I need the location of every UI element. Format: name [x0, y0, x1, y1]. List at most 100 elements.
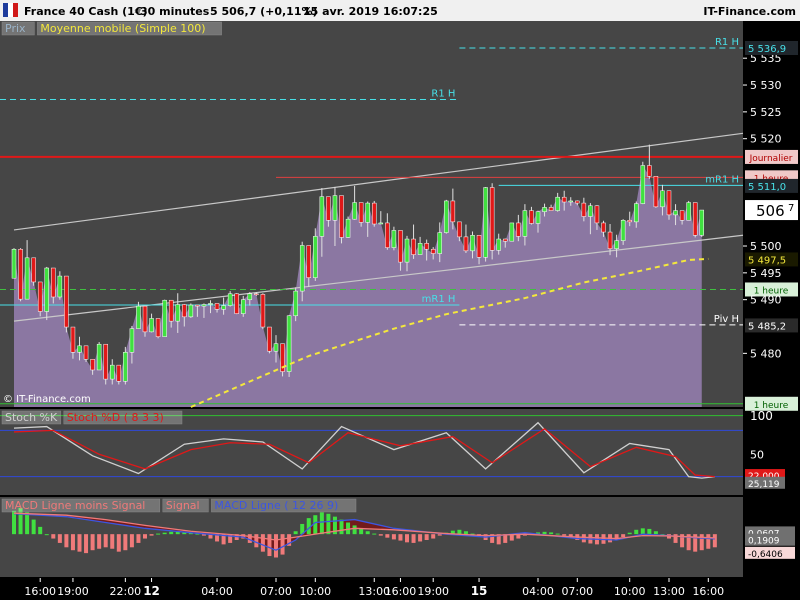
- candle-body: [686, 202, 691, 221]
- macd-tag-label: -0,6406: [748, 550, 783, 560]
- candle-body: [358, 202, 364, 223]
- candle-body: [588, 205, 593, 217]
- x-tick-label: 15: [471, 584, 488, 598]
- candle-body: [503, 238, 508, 242]
- macd-histogram-bar: [77, 534, 82, 552]
- macd-histogram-bar: [143, 534, 147, 539]
- candle-body: [398, 230, 403, 263]
- macd-histogram-bar: [346, 522, 351, 535]
- interval: 30 minutes: [140, 5, 210, 18]
- candle-body: [561, 196, 567, 203]
- macd-histogram-bar: [365, 531, 370, 535]
- x-tick-label: 04:00: [522, 585, 554, 598]
- x-tick-label: 04:00: [201, 585, 233, 598]
- macd-histogram-bar: [97, 534, 102, 549]
- candle-body: [457, 221, 462, 238]
- macd-histogram-bar: [555, 533, 560, 535]
- candle-body: [640, 165, 646, 204]
- macd-histogram-bar: [424, 534, 429, 540]
- candle-body: [96, 343, 102, 371]
- candle-body: [44, 267, 49, 312]
- macd-histogram-bar: [326, 513, 331, 535]
- macd-histogram-bar: [398, 534, 403, 541]
- candle-body: [37, 281, 43, 312]
- macd-histogram-bar: [627, 532, 632, 535]
- y-tick-label: 5 490: [750, 294, 782, 307]
- candle-body: [463, 236, 469, 252]
- candle-body: [692, 202, 698, 236]
- macd-legend: MACD Ligne moins Signal Signal MACD Ligne …: [1, 498, 357, 513]
- candle-body: [529, 210, 534, 224]
- macd-histogram-bar: [25, 512, 30, 535]
- x-tick-label: 07:00: [561, 585, 593, 598]
- macd-histogram-bar: [123, 534, 128, 551]
- y-tick-label: 5 500: [750, 240, 782, 253]
- macd-histogram-bar: [372, 533, 377, 535]
- candle-body: [372, 202, 377, 225]
- candle-body: [444, 200, 449, 233]
- candle-body: [345, 218, 351, 238]
- instrument-title: France 40 Cash (1€): [24, 5, 148, 18]
- candle-body: [470, 235, 475, 252]
- candle-body: [227, 293, 233, 306]
- x-tick-label: 19:00: [57, 585, 89, 598]
- macd-histogram-bar: [44, 534, 49, 536]
- level-label-0: R1 H: [715, 37, 739, 48]
- macd-histogram-bar: [169, 531, 174, 535]
- macd-histogram-bar: [260, 534, 265, 552]
- x-tick-label: 16:00: [24, 585, 56, 598]
- candle-body: [352, 202, 357, 220]
- price-tag-label: 5 511,0: [748, 182, 786, 193]
- macd-histogram-bar: [110, 534, 115, 549]
- price-tag-label: 5 497,5: [748, 255, 786, 266]
- macd-histogram-bar: [103, 534, 108, 548]
- macd-histogram-bar: [51, 534, 56, 539]
- candle-body: [182, 304, 187, 318]
- level-label-1: R1 H: [431, 89, 455, 100]
- macd-histogram-bar: [437, 534, 442, 536]
- macd-histogram-bar: [293, 531, 298, 535]
- last-price-minor: 7: [788, 203, 794, 214]
- stoch-tag-label: 25,119: [748, 480, 780, 490]
- macd-histogram-bar: [149, 534, 154, 536]
- candle-body: [699, 209, 704, 236]
- macd-histogram-bar: [653, 531, 658, 535]
- candle-body: [18, 248, 23, 300]
- x-tick-label: 10:00: [299, 585, 331, 598]
- macd-histogram-bar: [562, 534, 567, 536]
- candle-body: [51, 267, 56, 298]
- macd-histogram-bar: [647, 528, 652, 535]
- macd-histogram-bar: [431, 534, 436, 539]
- candle-body: [522, 210, 528, 237]
- candle-body: [601, 222, 606, 233]
- price-tag-label: 5 536,9: [748, 44, 786, 55]
- candle-body: [162, 299, 167, 337]
- candle-body: [234, 293, 239, 314]
- macd-histogram-bar: [136, 534, 141, 543]
- macd-histogram-bar: [385, 534, 390, 538]
- x-tick-label: 12: [143, 584, 160, 598]
- level-tag-2: Journalier: [749, 154, 793, 164]
- candle-body: [319, 196, 325, 237]
- candle-body: [70, 326, 76, 353]
- y-tick-label: 5 530: [750, 79, 782, 92]
- macd-histogram-bar: [84, 534, 89, 554]
- candle-body: [11, 248, 17, 279]
- macd-histogram-bar: [162, 532, 167, 535]
- macd-histogram-bar: [57, 534, 62, 543]
- macd-histogram-bar: [129, 534, 134, 548]
- y-tick-label: 5 520: [750, 133, 782, 146]
- last-price-major: 506: [756, 202, 785, 220]
- candle-body: [575, 200, 580, 204]
- candle-body: [24, 257, 30, 300]
- candle-body: [136, 305, 141, 329]
- brand: IT-Finance.com: [703, 5, 796, 18]
- candle-body: [241, 299, 246, 314]
- copyright: © IT-Finance.com: [3, 394, 91, 405]
- candle-body: [673, 210, 678, 216]
- candle-body: [129, 328, 135, 353]
- candle-body: [607, 231, 613, 249]
- candle-body: [195, 304, 200, 307]
- macd-histogram-bar: [411, 534, 416, 543]
- candle-body: [679, 210, 685, 221]
